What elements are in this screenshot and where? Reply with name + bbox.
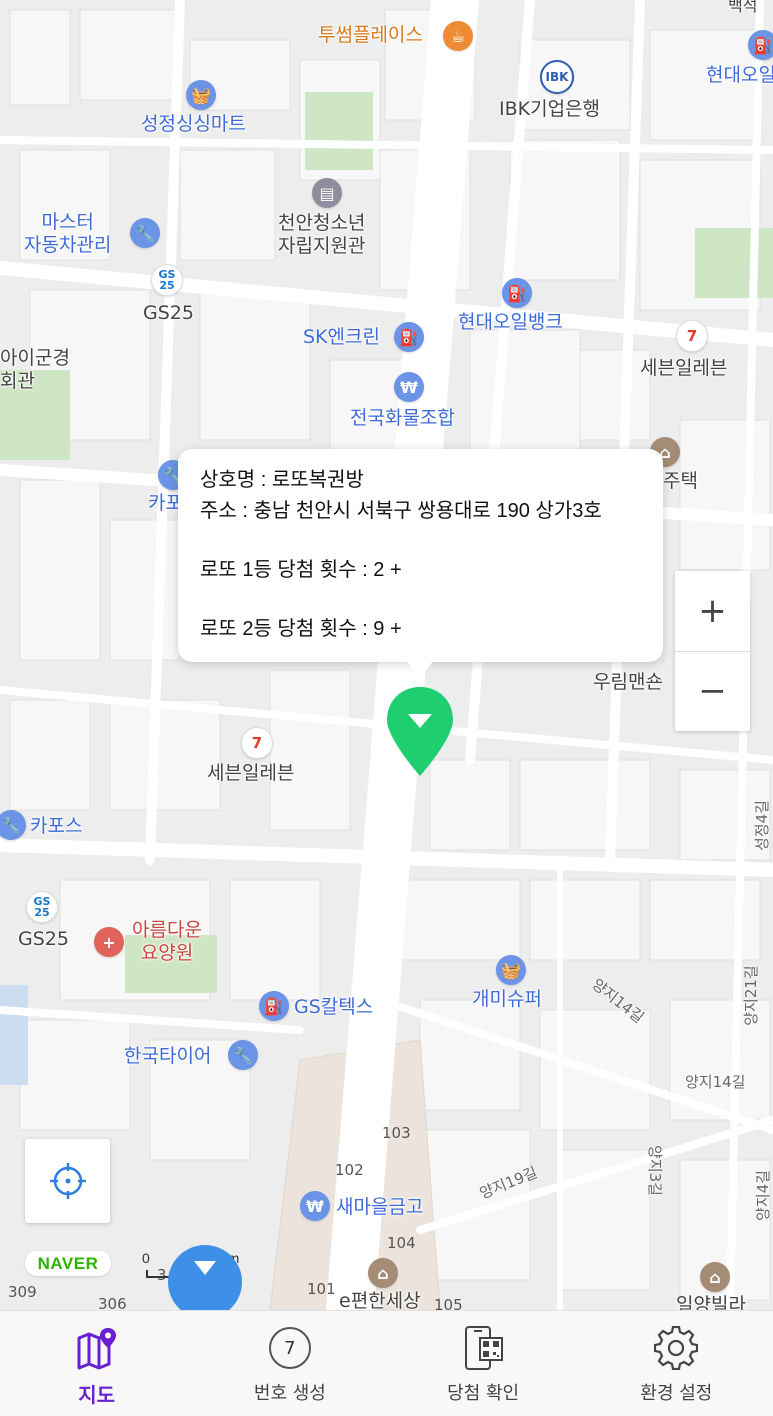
house-icon: ⌂ — [700, 1262, 730, 1292]
seven-eleven-icon: 7 — [676, 320, 708, 352]
nav-settings-label: 환경 설정 — [640, 1383, 713, 1404]
building-number: 101 — [307, 1280, 336, 1298]
poi-seven-top[interactable]: 세븐일레븐 — [640, 357, 727, 380]
poi-cargo-union[interactable]: 전국화물조합 — [350, 407, 455, 430]
lotto-ball-number: 7 — [284, 1337, 296, 1359]
poi-baekseok[interactable]: 백석 — [728, 0, 757, 17]
building-number: 309 — [8, 1283, 37, 1301]
poi-toosome[interactable]: 투썸플레이스 — [318, 24, 423, 47]
poi-police-left[interactable]: 아이군경 회관 — [0, 347, 70, 393]
poi-gs-caltex[interactable]: GS칼텍스 — [294, 996, 373, 1019]
first-prize-count: 로또 1등 당첨 횟수 : 2 + — [200, 559, 402, 581]
street-label: 양지14길 — [685, 1073, 746, 1091]
crosshair-icon — [49, 1163, 86, 1199]
nav-number-generate[interactable]: 7 번호 생성 — [193, 1311, 386, 1416]
street-label: 성정4길 — [752, 800, 771, 851]
qr-scan-icon — [465, 1326, 504, 1370]
store-info-popup[interactable]: 상호명 : 로또복권방 주소 : 충남 천안시 서북구 쌍용대로 190 상가3… — [178, 449, 663, 662]
naver-logo: NAVER — [25, 1251, 111, 1276]
poi-nursing[interactable]: 아름다운 요양원 — [132, 919, 202, 965]
poi-iyang[interactable]: 일양빌라 — [676, 1294, 746, 1310]
store-name: 상호명 : 로또복권방 — [200, 469, 364, 491]
building-number: 102 — [335, 1161, 364, 1179]
seven-eleven-icon: 7 — [241, 727, 273, 759]
map-pin-icon — [77, 1328, 116, 1370]
poi-gs25-mid[interactable]: GS25 — [18, 928, 69, 951]
marker-toggle-button[interactable] — [168, 1245, 242, 1310]
gas-station-icon: ⛽ — [394, 322, 424, 352]
building-number: 104 — [387, 1234, 416, 1252]
poi-youth-center[interactable]: 천안청소년 자립지원관 — [278, 212, 365, 258]
shopping-basket-icon: 🧺 — [496, 955, 526, 985]
building-number: 105 — [434, 1296, 463, 1310]
gas-station-icon: ⛽ — [502, 278, 532, 308]
poi-kapos[interactable]: 카포스 — [30, 815, 82, 838]
house-icon: ⌂ — [368, 1258, 398, 1288]
popup-tail — [406, 660, 434, 678]
poi-hankook[interactable]: 한국타이어 — [124, 1045, 211, 1068]
bank-icon: IBK — [540, 60, 574, 94]
hospital-icon: + — [94, 927, 124, 957]
building-icon: ▤ — [312, 178, 342, 208]
zoom-in-button[interactable]: + — [675, 571, 750, 651]
zoom-out-button[interactable]: − — [675, 651, 750, 731]
building-number: 103 — [382, 1124, 411, 1142]
cafe-icon: ☕ — [443, 21, 473, 51]
current-location-button[interactable] — [25, 1139, 110, 1223]
nav-number-label: 번호 생성 — [253, 1383, 326, 1404]
poi-epyeonhan[interactable]: e편한세상 — [339, 1290, 421, 1310]
zoom-control: + − — [675, 571, 750, 731]
chevron-down-icon — [194, 1261, 216, 1275]
location-pin-icon[interactable] — [384, 684, 456, 779]
street-label: 양지3길 — [645, 1145, 664, 1196]
nav-map[interactable]: 지도 — [0, 1311, 193, 1416]
poi-master-auto[interactable]: 마스터 자동차관리 — [24, 211, 111, 257]
poi-gaemi[interactable]: 개미슈퍼 — [472, 988, 542, 1011]
wrench-icon: 🔧 — [228, 1040, 258, 1070]
nav-win-check[interactable]: 당첨 확인 — [387, 1311, 580, 1416]
won-icon: ₩ — [300, 1191, 330, 1221]
gear-icon — [654, 1326, 699, 1370]
gs25-icon: GS 25 — [151, 264, 183, 296]
poi-seven-mid[interactable]: 세븐일레븐 — [207, 762, 294, 785]
poi-seongjeong-mart[interactable]: 성정싱싱마트 — [141, 113, 246, 136]
poi-hyundai-oilbank[interactable]: 현대오일뱅크 — [458, 311, 563, 334]
street-label: 양지21길 — [741, 965, 760, 1026]
poi-gs25-top[interactable]: GS25 — [143, 302, 194, 325]
nav-win-check-label: 당첨 확인 — [447, 1383, 520, 1404]
poi-sk-enclean[interactable]: SK엔크린 — [303, 326, 380, 349]
second-prize-count: 로또 2등 당첨 횟수 : 9 + — [200, 618, 402, 640]
street-label: 양지4길 — [753, 1170, 772, 1221]
bottom-navigation: 지도 7 번호 생성 당첨 확인 환경 설정 — [0, 1310, 773, 1416]
scale-zero: 0 — [142, 1250, 150, 1266]
gas-station-icon: ⛽ — [259, 991, 289, 1021]
poi-ibk[interactable]: IBK기업은행 — [499, 98, 600, 121]
won-icon: ₩ — [394, 372, 424, 402]
nav-map-label: 지도 — [78, 1383, 116, 1407]
poi-woorim[interactable]: 우림맨숀 — [593, 671, 663, 694]
map-view[interactable]: 투썸플레이스 ☕ IBK IBK기업은행 ⛽ 현대오일 🧺 성정싱싱마트 마스터… — [0, 0, 773, 1310]
gas-station-icon: ⛽ — [748, 30, 773, 60]
poi-hyundai-oil-top[interactable]: 현대오일 — [706, 64, 773, 87]
wrench-icon: 🔧 — [130, 218, 160, 248]
nav-settings[interactable]: 환경 설정 — [580, 1311, 773, 1416]
store-address: 주소 : 충남 천안시 서북구 쌍용대로 190 상가3호 — [200, 500, 602, 522]
shopping-basket-icon: 🧺 — [186, 80, 216, 110]
poi-jutaek[interactable]: 주택 — [663, 470, 698, 493]
gs25-icon: GS 25 — [26, 891, 58, 923]
building-number: 306 — [98, 1295, 127, 1310]
poi-saemaul[interactable]: 새마을금고 — [336, 1196, 423, 1219]
